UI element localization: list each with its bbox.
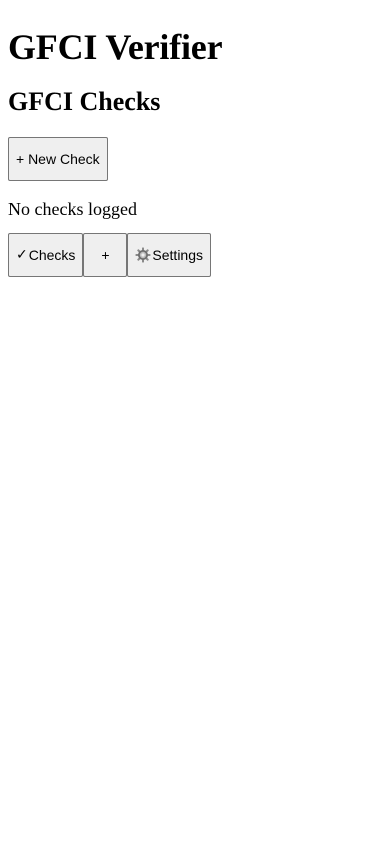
app-title: GFCI Verifier [8,27,223,67]
nav-settings-label: Settings [152,247,204,263]
empty-state-message: No checks logged [8,199,137,219]
nav-checks-button[interactable]: ✓ Checks [8,233,84,277]
checkmark-icon: ✓ [16,247,28,263]
gear-icon [135,247,151,263]
nav-add-button[interactable]: + [83,233,128,277]
nav-settings-button[interactable]: Settings [127,233,212,277]
page-title: GFCI Checks [8,87,161,116]
new-check-button[interactable]: + New Check [8,137,108,181]
nav-add-label: + [101,247,110,263]
nav-checks-label: Checks [28,247,76,263]
bottom-nav: ✓ Checks + Settings [8,233,382,277]
